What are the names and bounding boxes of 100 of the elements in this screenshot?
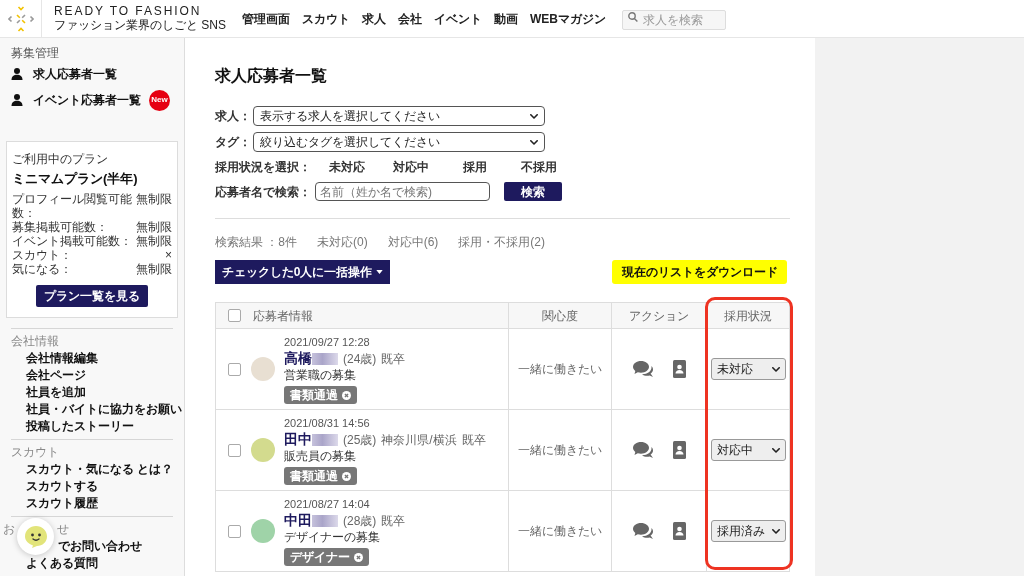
sidebar-link[interactable]: スカウトする (26, 476, 98, 495)
result-filter-link[interactable]: 採用・不採用(2) (458, 232, 546, 251)
nav-link[interactable]: 動画 (494, 9, 518, 28)
checkbox[interactable] (228, 524, 241, 538)
brand-tagline: ファッション業界のしごと SNS (54, 18, 226, 33)
graduation-status: 既卒 (381, 512, 406, 530)
chevron-down-icon (771, 447, 780, 453)
status-option[interactable]: 未対応 (329, 157, 365, 176)
sidebar-link[interactable]: 社員を追加 (26, 382, 86, 401)
plan-list-button[interactable]: プラン一覧を見る (36, 285, 148, 307)
sidebar-link[interactable]: 投稿したストーリー (26, 416, 134, 435)
interest-text: 一緒に働きたい (518, 523, 602, 540)
result-count: 検索結果 ：8件 (215, 233, 297, 251)
checkbox[interactable] (228, 362, 241, 376)
avatar (251, 519, 275, 543)
sidebar-link[interactable]: 社員・バイトに協力をお願い (26, 399, 182, 418)
graduation-status: 既卒 (381, 350, 406, 368)
blurred-name-block (312, 352, 338, 365)
status-select[interactable]: 採用済み (710, 520, 786, 542)
checkbox[interactable] (228, 309, 241, 322)
applied-date: 2021/08/27 14:04 (284, 498, 371, 511)
contact-card-icon[interactable] (672, 360, 686, 378)
tag-chip[interactable]: 書類通過 (284, 386, 357, 404)
person-icon (11, 68, 23, 80)
sidebar-link[interactable]: 求人応募者一覧 (11, 65, 117, 83)
job-title: 販売員の募集 (284, 449, 357, 464)
status-option[interactable]: 対応中 (393, 157, 429, 176)
smiley-icon (24, 525, 47, 548)
plan-limit-value: × (164, 248, 172, 262)
contact-card-icon[interactable] (672, 522, 686, 540)
filter-label: 求人： (215, 108, 252, 125)
sidebar-link[interactable]: 会社情報編集 (26, 348, 98, 367)
tag-select[interactable]: 絞り込むタグを選択してください (253, 132, 545, 152)
nav-link[interactable]: 管理画面 (242, 9, 290, 28)
sidebar-link[interactable]: スカウト履歴 (26, 493, 98, 512)
job-select[interactable]: 表示する求人を選択してください (253, 106, 545, 126)
search-button[interactable]: 検索 (504, 182, 562, 201)
sidebar-link[interactable]: スカウト・気になる とは？ (26, 459, 174, 478)
job-title: デザイナーの募集 (284, 530, 381, 545)
chevron-down-icon (530, 113, 538, 119)
plan-limit-value: 無制限 (136, 234, 172, 248)
plan-limit-label: スカウト： (12, 248, 72, 262)
checkbox[interactable] (228, 443, 241, 457)
sidebar-link[interactable]: でお問い合わせ (58, 536, 142, 555)
plan-limit-label: 募集掲載可能数： (12, 220, 108, 234)
tag-chip[interactable]: デザイナー (284, 548, 369, 566)
applicant-age: (25歳) (343, 431, 377, 449)
applicant-name[interactable]: 田中 (284, 429, 312, 450)
job-title: 営業職の募集 (284, 368, 357, 383)
brand-title: READY TO FASHION (54, 4, 203, 18)
filter-label: 採用状況を選択： (215, 158, 312, 176)
applicant-age: (24歳) (343, 350, 377, 368)
status-select[interactable]: 対応中 (710, 439, 786, 461)
search-field[interactable]: 求人を検索 (622, 9, 726, 30)
applicant-name[interactable]: 高橋 (284, 348, 312, 369)
section-heading-fragment: せ (57, 522, 69, 537)
chat-icon[interactable] (632, 523, 653, 539)
caret-icon (376, 270, 384, 274)
result-filter-link[interactable]: 未対応(0) (317, 232, 368, 251)
nav-link[interactable]: スカウト (302, 9, 350, 28)
remove-icon[interactable] (342, 390, 351, 400)
sidebar-link[interactable]: 会社ページ (26, 365, 86, 384)
section-heading: 会社情報 (10, 334, 60, 349)
column-header: 関心度 (542, 307, 578, 325)
status-select[interactable]: 未対応 (710, 358, 786, 380)
nav-link[interactable]: イベント (434, 9, 482, 28)
sidebar-link[interactable]: よくある質問 (26, 553, 98, 572)
plan-limit-value: 無制限 (136, 192, 172, 206)
contact-card-icon[interactable] (672, 441, 686, 459)
section-heading-fragment: お (3, 522, 15, 537)
remove-icon[interactable] (354, 552, 363, 562)
nav-link[interactable]: 求人 (362, 9, 386, 28)
sidebar-link[interactable]: イベント応募者一覧 (11, 91, 141, 109)
chat-button[interactable] (17, 518, 54, 555)
column-header: 応募者情報 (253, 307, 313, 325)
interest-text: 一緒に働きたい (518, 361, 602, 378)
chat-icon[interactable] (632, 442, 653, 458)
status-option[interactable]: 不採用 (521, 157, 557, 176)
applied-date: 2021/08/31 14:56 (284, 417, 371, 430)
status-option[interactable]: 採用 (463, 157, 487, 176)
plan-caption: ご利用中のプラン (12, 152, 109, 166)
plan-limit-value: 無制限 (136, 262, 172, 276)
logo-icon (7, 5, 34, 32)
section-heading: スカウト (10, 445, 60, 460)
bulk-action-button[interactable]: チェックした0人に一括操作 (215, 260, 390, 284)
plan-limit-value: 無制限 (136, 220, 172, 234)
search-icon (628, 11, 638, 22)
name-search-field[interactable]: 名前（姓か名で検索) (315, 182, 490, 201)
download-list-button[interactable]: 現在のリストをダウンロード (612, 260, 787, 284)
chevron-down-icon (771, 366, 780, 372)
remove-icon[interactable] (342, 471, 351, 481)
avatar (251, 438, 275, 462)
tag-chip[interactable]: 書類通過 (284, 467, 357, 485)
blurred-name-block (312, 514, 338, 527)
nav-link[interactable]: 会社 (398, 9, 422, 28)
applicant-name[interactable]: 中田 (284, 510, 312, 531)
chevron-down-icon (530, 139, 538, 145)
result-filter-link[interactable]: 対応中(6) (387, 232, 439, 251)
nav-link[interactable]: WEBマガジン (530, 9, 606, 28)
chat-icon[interactable] (632, 361, 653, 377)
